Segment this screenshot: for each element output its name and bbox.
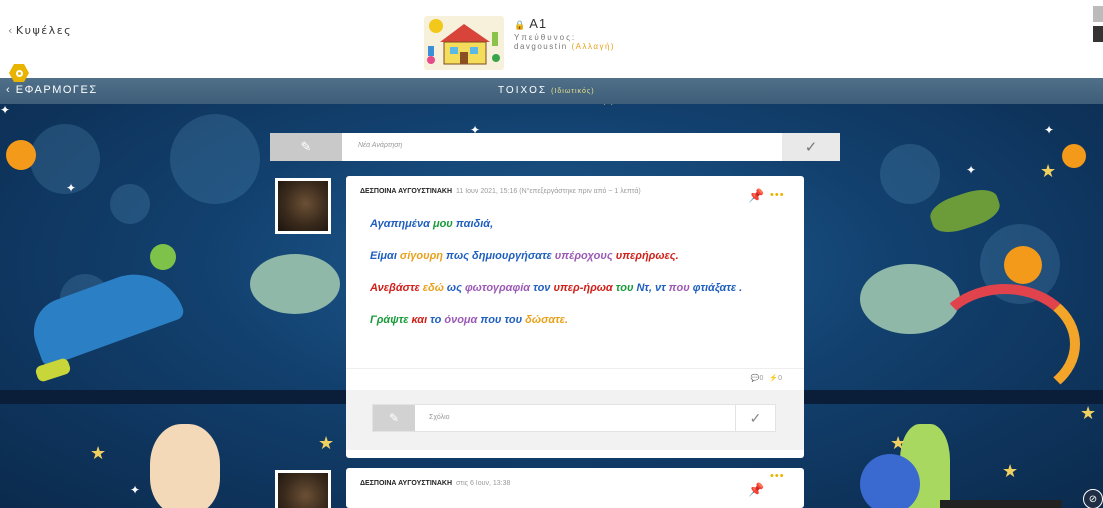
post-word: υπέροχους: [554, 250, 613, 262]
owner-name: davgoustin: [514, 42, 568, 51]
comment-area: ✎ Σχόλιο ✓: [346, 390, 804, 450]
post-word: ως: [446, 282, 462, 294]
post-word: Ντ, ντ: [636, 282, 666, 294]
comment-input[interactable]: Σχόλιο: [429, 414, 450, 421]
apps-menu-link[interactable]: ‹ ΕΦΑΡΜΟΓΕΣ: [6, 84, 98, 96]
wall-title: ΤΟΙΧΟΣ (Ιδιωτικός): [498, 85, 595, 96]
post-word: του: [504, 314, 523, 326]
post-word: εδώ: [422, 282, 444, 294]
new-post-edit-button[interactable]: ✎: [270, 133, 342, 161]
chevron-left-icon: ‹: [8, 24, 14, 37]
apps-label: ΕΦΑΡΜΟΓΕΣ: [15, 84, 98, 96]
post-line: Ανεβάστε εδώ ως φωτογραφία τον υπερ-ήρωα του Ντ…: [370, 282, 745, 294]
new-post-bar: ✎ Νέα Ανάρτηση ✓: [270, 133, 840, 161]
change-owner-link[interactable]: (Αλλαγή): [571, 42, 615, 51]
class-name-text: A1: [529, 16, 548, 31]
pencil-square-icon: ✎: [300, 139, 312, 154]
class-name: 🔒 A1: [514, 16, 615, 31]
post-line: Είμαι σίγουρη πως δημιουργήσατε υπέροχους υπε…: [370, 250, 682, 262]
post-header: ΔΕΣΠΟΙΝΑ ΑΥΓΟΥΣΤΙΝΑΚΗ στις 6 Ιουν, 13:38: [360, 480, 510, 487]
post-word: που: [668, 282, 690, 294]
likes-count: 0: [778, 375, 782, 382]
check-icon: ✓: [804, 139, 818, 156]
post-word: όνομα: [444, 314, 478, 326]
new-post-input[interactable]: Νέα Ανάρτηση: [358, 142, 402, 149]
post-word: υπερήρωες.: [615, 250, 679, 262]
more-dots-icon[interactable]: •••: [770, 189, 785, 201]
post-timestamp: στις 6 Ιουν, 13:38: [456, 480, 511, 487]
top-header: ‹ Κυψέλες 🔒 A1 Υπεύθυνος: davgoustin (Αλλα…: [0, 0, 1103, 78]
owner-line: davgoustin (Αλλαγή): [514, 42, 615, 51]
post-card: ΔΕΣΠΟΙΝΑ ΑΥΓΟΥΣΤΙΝΑΚΗ 11 Ιουν 2021, 15:16…: [346, 176, 804, 458]
post-word: τον: [533, 282, 551, 294]
post-word: μου: [432, 218, 453, 230]
class-info: 🔒 A1 Υπεύθυνος: davgoustin (Αλλαγή): [514, 16, 615, 51]
chevron-left-icon: ‹: [6, 84, 16, 96]
wall-privacy: (Ιδιωτικός): [551, 88, 595, 95]
corner-tool-button-dark[interactable]: [1093, 26, 1103, 42]
post-timestamp: 11 Ιουν 2021, 15:16 (Ν°επεξεργάστηκε πρι…: [456, 188, 641, 195]
post-header: ΔΕΣΠΟΙΝΑ ΑΥΓΟΥΣΤΙΝΑΚΗ 11 Ιουν 2021, 15:16…: [360, 188, 641, 195]
post-word: πως: [445, 250, 470, 262]
corner-tools: [1093, 6, 1103, 46]
post-word: σίγουρη: [399, 250, 443, 262]
back-to-hives-link[interactable]: ‹ Κυψέλες: [8, 24, 72, 37]
post-word: Αγαπημένα: [370, 218, 430, 230]
accessibility-icon[interactable]: ⊘: [1083, 489, 1103, 508]
post-word: Είμαι: [370, 250, 397, 262]
post-word: Γράψτε: [370, 314, 409, 326]
post-word: φτιάξατε .: [692, 282, 743, 294]
class-logo-image: [424, 16, 504, 70]
post-word: δημιουργήσατε: [472, 250, 552, 262]
post-word: το: [430, 314, 442, 326]
more-dots-icon[interactable]: •••: [770, 470, 785, 482]
wall-title-text: ΤΟΙΧΟΣ: [498, 85, 548, 96]
post-author[interactable]: ΔΕΣΠΟΙΝΑ ΑΥΓΟΥΣΤΙΝΑΚΗ: [360, 188, 452, 195]
apps-bar: ‹ ΕΦΑΡΜΟΓΕΣ ΤΟΙΧΟΣ (Ιδιωτικός): [0, 78, 1103, 104]
post-card: ΔΕΣΠΟΙΝΑ ΑΥΓΟΥΣΤΙΝΑΚΗ στις 6 Ιουν, 13:38 …: [346, 468, 804, 508]
lightning-icon[interactable]: ⚡: [769, 375, 778, 382]
comment-box: ✎ Σχόλιο ✓: [372, 404, 776, 432]
post-word: και: [411, 314, 428, 326]
post-word: Ανεβάστε: [370, 282, 420, 294]
author-avatar[interactable]: [275, 470, 331, 508]
owner-label: Υπεύθυνος:: [514, 33, 577, 42]
check-icon: ✓: [749, 409, 762, 426]
author-avatar[interactable]: [275, 178, 331, 234]
pencil-square-icon: ✎: [388, 411, 400, 425]
back-label: Κυψέλες: [15, 24, 73, 37]
lock-icon: 🔒: [514, 20, 527, 30]
post-stats: 💬0 ⚡0: [751, 374, 782, 382]
post-word: δώσατε.: [525, 314, 569, 326]
new-post-submit-button[interactable]: ✓: [782, 133, 840, 161]
post-word: του: [615, 282, 634, 294]
comment-submit-button[interactable]: ✓: [735, 405, 775, 431]
post-word: φωτογραφία: [464, 282, 531, 294]
post-word: παιδιά,: [455, 218, 494, 230]
comment-edit-button[interactable]: ✎: [373, 405, 415, 431]
post-line: Αγαπημένα μου παιδιά,: [370, 218, 496, 230]
corner-tool-button[interactable]: [1093, 6, 1103, 22]
post-line: Γράψτε και το όνομα που του δώσατε.: [370, 314, 571, 326]
pin-icon[interactable]: 📌: [748, 188, 764, 204]
post-word: που: [480, 314, 502, 326]
post-word: υπερ-ήρωα: [553, 282, 613, 294]
bottom-tooltip: [940, 500, 1062, 508]
post-divider: [346, 368, 804, 369]
pin-icon[interactable]: 📌: [748, 482, 764, 498]
comments-count: 0: [759, 375, 764, 382]
post-author[interactable]: ΔΕΣΠΟΙΝΑ ΑΥΓΟΥΣΤΙΝΑΚΗ: [360, 480, 452, 487]
